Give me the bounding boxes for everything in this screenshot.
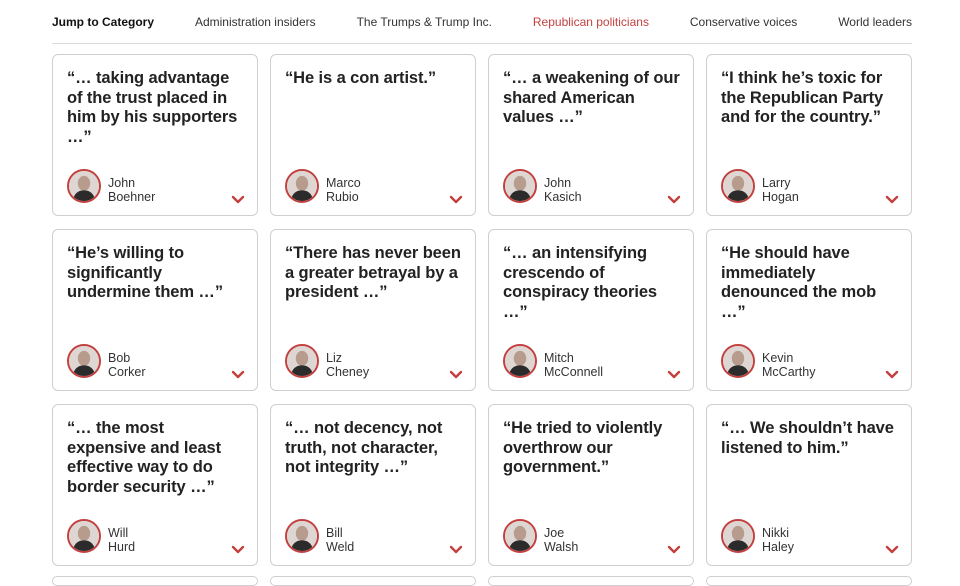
quote-text: “He is a con artist.” xyxy=(285,69,437,87)
last-name: Haley xyxy=(762,540,794,554)
avatar xyxy=(721,344,755,378)
first-name: Nikki xyxy=(762,526,790,540)
last-name: Weld xyxy=(326,540,355,554)
person-name: John Boehner xyxy=(108,176,155,204)
last-name: Boehner xyxy=(108,190,156,204)
quote-text: “There has never been a greater betrayal… xyxy=(285,244,461,301)
chevron-down-icon[interactable] xyxy=(449,367,463,379)
first-name: Larry xyxy=(762,176,791,190)
next-row-card-edge xyxy=(52,576,258,586)
next-row-card-edge xyxy=(270,576,476,586)
first-name: John xyxy=(544,176,572,190)
avatar xyxy=(721,169,755,203)
quote-card[interactable]: “He’s willing to significantly undermine… xyxy=(52,229,258,391)
chevron-down-icon[interactable] xyxy=(885,542,899,554)
nav-item-world-leaders[interactable]: World leaders xyxy=(838,15,912,29)
avatar xyxy=(67,169,101,203)
chevron-down-icon[interactable] xyxy=(667,192,681,204)
avatar xyxy=(67,344,101,378)
chevron-down-icon[interactable] xyxy=(449,542,463,554)
last-name: Hogan xyxy=(762,190,799,204)
quote-text: “He should have immediately denounced th… xyxy=(721,244,877,321)
quote-card[interactable]: “He should have immediately denounced th… xyxy=(706,229,912,391)
first-name: Marco xyxy=(326,176,361,190)
avatar xyxy=(503,169,537,203)
first-name: Will xyxy=(108,526,129,540)
jump-to-category-label: Jump to Category xyxy=(52,14,155,29)
chevron-down-icon[interactable] xyxy=(231,192,245,204)
quote-text: “He’s willing to significantly undermine… xyxy=(67,244,223,301)
quote-text: “… the most expensive and least effectiv… xyxy=(67,419,222,496)
quote-card[interactable]: “There has never been a greater betrayal… xyxy=(270,229,476,391)
first-name: John xyxy=(108,176,136,190)
quote-card[interactable]: “… taking advantage of the trust placed … xyxy=(52,54,258,216)
quote-card[interactable]: “… an intensifying crescendo of conspira… xyxy=(488,229,694,391)
quote-card[interactable]: “… a weakening of our shared American va… xyxy=(488,54,694,216)
person-name: Joe Walsh xyxy=(544,526,578,554)
person-name: Kevin McCarthy xyxy=(762,351,815,379)
last-name: Walsh xyxy=(544,540,579,554)
first-name: Bill xyxy=(326,526,343,540)
first-name: Bob xyxy=(108,351,131,365)
chevron-down-icon[interactable] xyxy=(231,542,245,554)
chevron-down-icon[interactable] xyxy=(885,192,899,204)
first-name: Mitch xyxy=(544,351,574,365)
first-name: Liz xyxy=(326,351,342,365)
first-name: Kevin xyxy=(762,351,794,365)
quote-card[interactable]: “… the most expensive and least effectiv… xyxy=(52,404,258,566)
avatar xyxy=(285,169,319,203)
nav-item-administration-insiders[interactable]: Administration insiders xyxy=(195,15,316,29)
person-name: Bob Corker xyxy=(108,351,146,379)
avatar xyxy=(285,519,319,553)
chevron-down-icon[interactable] xyxy=(449,192,463,204)
person-name: Bill Weld xyxy=(326,526,354,554)
avatar xyxy=(503,519,537,553)
next-row-card-edge xyxy=(488,576,694,586)
chevron-down-icon[interactable] xyxy=(667,542,681,554)
first-name: Joe xyxy=(544,526,565,540)
person-name: Mitch McConnell xyxy=(544,351,603,379)
nav-item-republican-politicians[interactable]: Republican politicians xyxy=(533,15,649,29)
person-name: Nikki Haley xyxy=(762,526,794,554)
person-name: Larry Hogan xyxy=(762,176,799,204)
person-name: Marco Rubio xyxy=(326,176,361,204)
last-name: Corker xyxy=(108,365,146,379)
quote-text: “… not decency, not truth, not character… xyxy=(285,419,443,476)
last-name: Hurd xyxy=(108,540,136,554)
quote-text: “… taking advantage of the trust placed … xyxy=(67,69,238,146)
last-name: Cheney xyxy=(326,365,370,379)
last-name: McConnell xyxy=(544,365,604,379)
quote-text: “I think he’s toxic for the Republican P… xyxy=(721,69,884,126)
chevron-down-icon[interactable] xyxy=(231,367,245,379)
quote-card[interactable]: “He tried to violently overthrow our gov… xyxy=(488,404,694,566)
avatar xyxy=(721,519,755,553)
avatar xyxy=(285,344,319,378)
person-name: John Kasich xyxy=(544,176,582,204)
quote-text: “… a weakening of our shared American va… xyxy=(503,69,680,126)
person-name: Will Hurd xyxy=(108,526,135,554)
category-nav: Jump to Category Administration insiders… xyxy=(52,0,912,44)
last-name: Kasich xyxy=(544,190,582,204)
quote-card[interactable]: “I think he’s toxic for the Republican P… xyxy=(706,54,912,216)
last-name: McCarthy xyxy=(762,365,816,379)
avatar xyxy=(67,519,101,553)
last-name: Rubio xyxy=(326,190,359,204)
chevron-down-icon[interactable] xyxy=(885,367,899,379)
quote-card[interactable]: “He is a con artist.” Marco Rubio xyxy=(270,54,476,216)
next-row-card-edge xyxy=(706,576,912,586)
chevron-down-icon[interactable] xyxy=(667,367,681,379)
quote-text: “… an intensifying crescendo of conspira… xyxy=(503,244,657,321)
quote-text: “He tried to violently overthrow our gov… xyxy=(503,419,663,476)
quote-card[interactable]: “… We shouldn’t have listened to him.” Ni… xyxy=(706,404,912,566)
nav-item-conservative-voices[interactable]: Conservative voices xyxy=(690,15,797,29)
nav-item-trumps-inc[interactable]: The Trumps & Trump Inc. xyxy=(357,15,492,29)
quote-card[interactable]: “… not decency, not truth, not character… xyxy=(270,404,476,566)
avatar xyxy=(503,344,537,378)
quote-text: “… We shouldn’t have listened to him.” xyxy=(721,419,894,457)
person-name: Liz Cheney xyxy=(326,351,369,379)
